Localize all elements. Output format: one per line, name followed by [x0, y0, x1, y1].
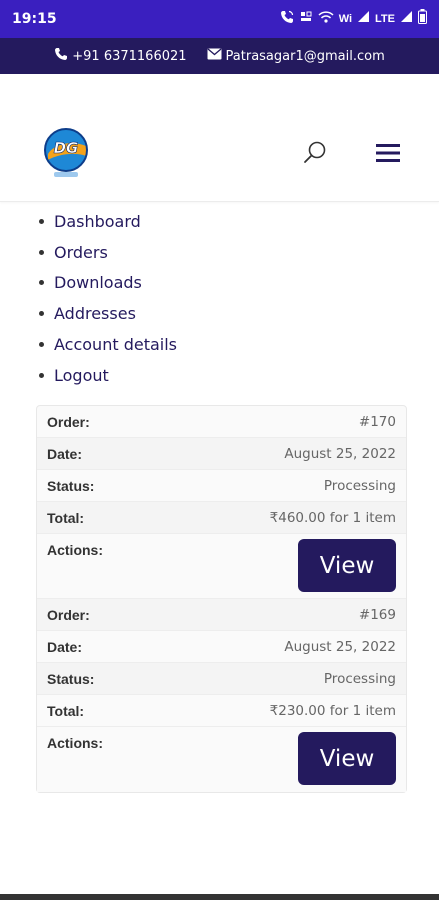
order-number-row: Order: #169: [37, 599, 406, 631]
search-icon: [304, 141, 326, 163]
status-icons: Wi LTE: [280, 9, 427, 29]
status-label: Status:: [47, 477, 95, 494]
order-date: August 25, 2022: [284, 638, 396, 655]
status-label: Status:: [47, 670, 95, 687]
bullet: [39, 280, 44, 286]
order-actions-row: Actions: View: [37, 534, 406, 599]
orders-table: Order: #170 Date: August 25, 2022 Status…: [36, 405, 407, 793]
email-address: Patrasagar1@gmail.com: [225, 48, 385, 64]
site-header: DG: [0, 74, 439, 202]
order-total: ₹460.00 for 1 item: [269, 509, 396, 526]
order-number-link[interactable]: #170: [359, 414, 396, 430]
addresses-link[interactable]: Addresses: [54, 304, 136, 323]
total-label: Total:: [47, 702, 85, 719]
logo-icon: DG: [44, 128, 88, 177]
data-saver-icon: [299, 10, 313, 29]
phone-icon: [54, 47, 68, 65]
dashboard-link[interactable]: Dashboard: [54, 212, 141, 231]
menu-button[interactable]: [374, 142, 402, 164]
bullet: [39, 372, 44, 378]
contact-bar: +91 6371166021 Patrasagar1@gmail.com: [0, 38, 439, 74]
bullet: [39, 342, 44, 348]
logo-text: DG: [54, 139, 79, 157]
call-icon: [280, 10, 294, 29]
signal-1-icon: [357, 10, 370, 28]
total-label: Total:: [47, 509, 85, 526]
order-label: Order:: [47, 606, 90, 623]
order-date-row: Date: August 25, 2022: [37, 631, 406, 663]
email-link[interactable]: Patrasagar1@gmail.com: [207, 48, 385, 64]
account-navigation: Dashboard Orders Downloads Addresses Acc…: [36, 206, 416, 391]
navigation-bar: [0, 894, 439, 900]
nav-item-downloads: Downloads: [36, 268, 416, 299]
date-label: Date:: [47, 445, 83, 462]
order-total: ₹230.00 for 1 item: [269, 702, 396, 719]
nav-item-logout: Logout: [36, 360, 416, 391]
logout-link[interactable]: Logout: [54, 366, 109, 385]
phone-number: +91 6371166021: [72, 48, 187, 64]
status-bar: 19:15 Wi LTE: [0, 0, 439, 38]
hamburger-icon: [376, 144, 400, 162]
order-total-row: Total: ₹230.00 for 1 item: [37, 695, 406, 727]
view-order-button[interactable]: View: [298, 732, 396, 785]
wifi-calling-icon: [318, 10, 334, 29]
date-label: Date:: [47, 638, 83, 655]
site-logo[interactable]: DG: [42, 126, 90, 180]
nav-item-addresses: Addresses: [36, 298, 416, 329]
status-time: 19:15: [12, 11, 57, 27]
order-status: Processing: [323, 670, 396, 687]
search-button[interactable]: [302, 140, 328, 166]
view-order-button[interactable]: View: [298, 539, 396, 592]
order-number-link[interactable]: #169: [359, 607, 396, 623]
order-actions-row: Actions: View: [37, 727, 406, 792]
wifi-label: Wi: [338, 13, 353, 25]
actions-label: Actions:: [47, 735, 103, 751]
downloads-link[interactable]: Downloads: [54, 273, 142, 292]
bullet: [39, 249, 44, 255]
orders-link[interactable]: Orders: [54, 243, 108, 262]
account-details-link[interactable]: Account details: [54, 335, 177, 354]
order-total-row: Total: ₹460.00 for 1 item: [37, 502, 406, 534]
lte-label: LTE: [375, 13, 395, 25]
order-label: Order:: [47, 413, 90, 430]
mail-icon: [207, 48, 222, 64]
order-date: August 25, 2022: [284, 445, 396, 462]
bullet: [39, 311, 44, 317]
order-status: Processing: [323, 477, 396, 494]
order-number-row: Order: #170: [37, 406, 406, 438]
signal-2-icon: [400, 10, 413, 28]
order-status-row: Status: Processing: [37, 663, 406, 695]
order-date-row: Date: August 25, 2022: [37, 438, 406, 470]
battery-icon: [418, 9, 427, 29]
nav-item-dashboard: Dashboard: [36, 206, 416, 237]
nav-item-orders: Orders: [36, 237, 416, 268]
bullet: [39, 218, 44, 224]
order-status-row: Status: Processing: [37, 470, 406, 502]
nav-item-account-details: Account details: [36, 329, 416, 360]
phone-link[interactable]: +91 6371166021: [54, 47, 187, 65]
actions-label: Actions:: [47, 542, 103, 558]
